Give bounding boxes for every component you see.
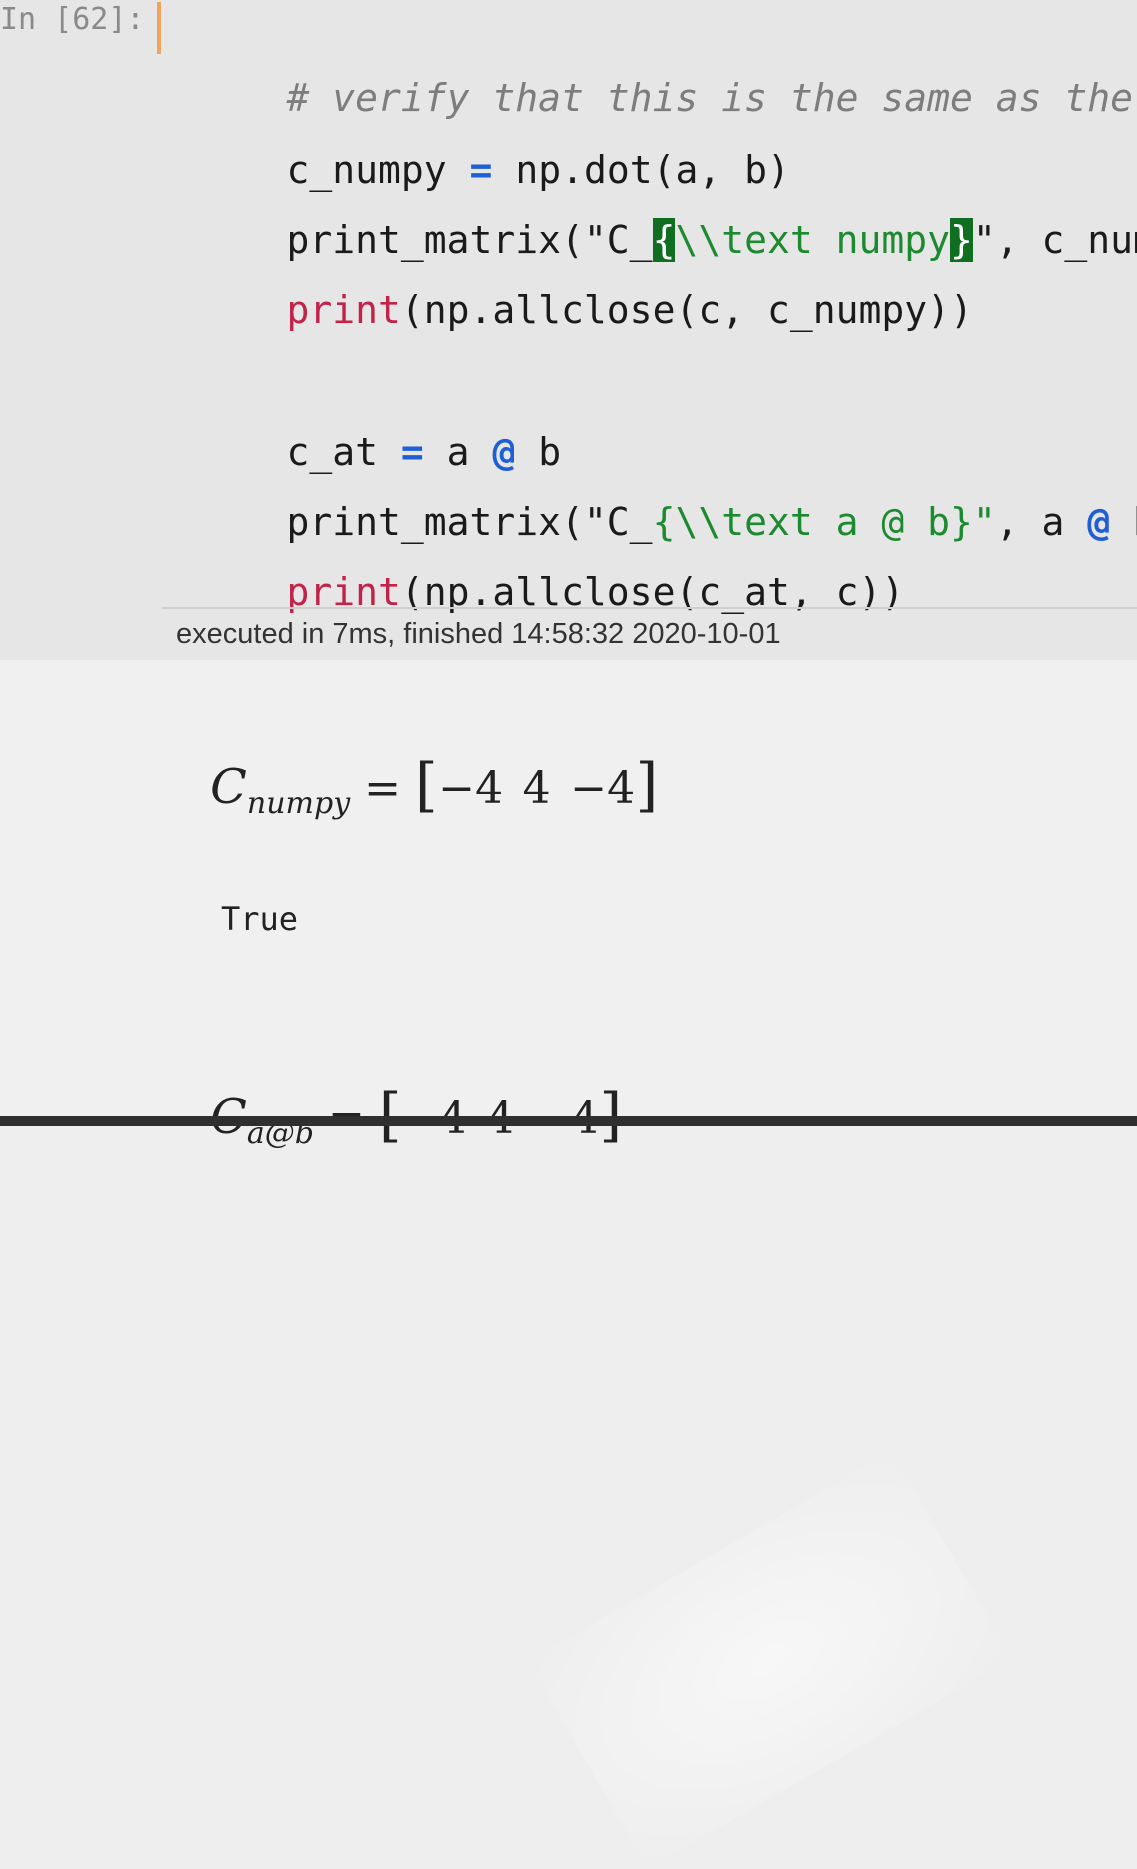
matrix-output-numpy: Cnumpy = [−4 4 −4] bbox=[200, 730, 659, 821]
builtin-token: print bbox=[286, 288, 401, 332]
matrix-value: 4 bbox=[522, 763, 551, 814]
code-token: , a bbox=[995, 500, 1088, 544]
cell-selection-marker bbox=[157, 2, 161, 54]
code-token: ", c_num bbox=[972, 218, 1137, 262]
code-line-print-allclose-1: print(np.allclose(c, c_numpy)) bbox=[195, 238, 973, 382]
matrix-value: −4 bbox=[438, 763, 504, 814]
equals-sign: = bbox=[364, 763, 402, 814]
matrix-symbol: C bbox=[210, 759, 247, 815]
matrix-output-at: Ca@b=[−44−4] bbox=[200, 1060, 623, 1151]
code-cell-input[interactable]: In [62]: # verify that this is the same … bbox=[0, 0, 1137, 660]
right-bracket: ] bbox=[635, 751, 659, 819]
right-bracket: ] bbox=[599, 1081, 623, 1149]
code-token: (np.allclose(c, c_numpy)) bbox=[400, 288, 973, 332]
cell-prompt: In [62]: bbox=[0, 2, 145, 37]
cell-output bbox=[0, 660, 1137, 1869]
bottom-scroll-edge bbox=[0, 1116, 1137, 1126]
cell-divider bbox=[162, 607, 1137, 609]
print-output-true: True bbox=[221, 900, 299, 938]
execution-time-info: executed in 7ms, finished 14:58:32 2020-… bbox=[176, 618, 781, 650]
code-token: b bbox=[1110, 500, 1137, 544]
left-bracket: [ bbox=[378, 1081, 402, 1149]
matmul-operator-token: @ bbox=[1087, 500, 1111, 544]
matrix-value: −4 bbox=[570, 763, 636, 814]
background-glare bbox=[528, 1451, 1012, 1869]
left-bracket: [ bbox=[415, 751, 438, 819]
matrix-subscript: numpy bbox=[246, 786, 351, 821]
